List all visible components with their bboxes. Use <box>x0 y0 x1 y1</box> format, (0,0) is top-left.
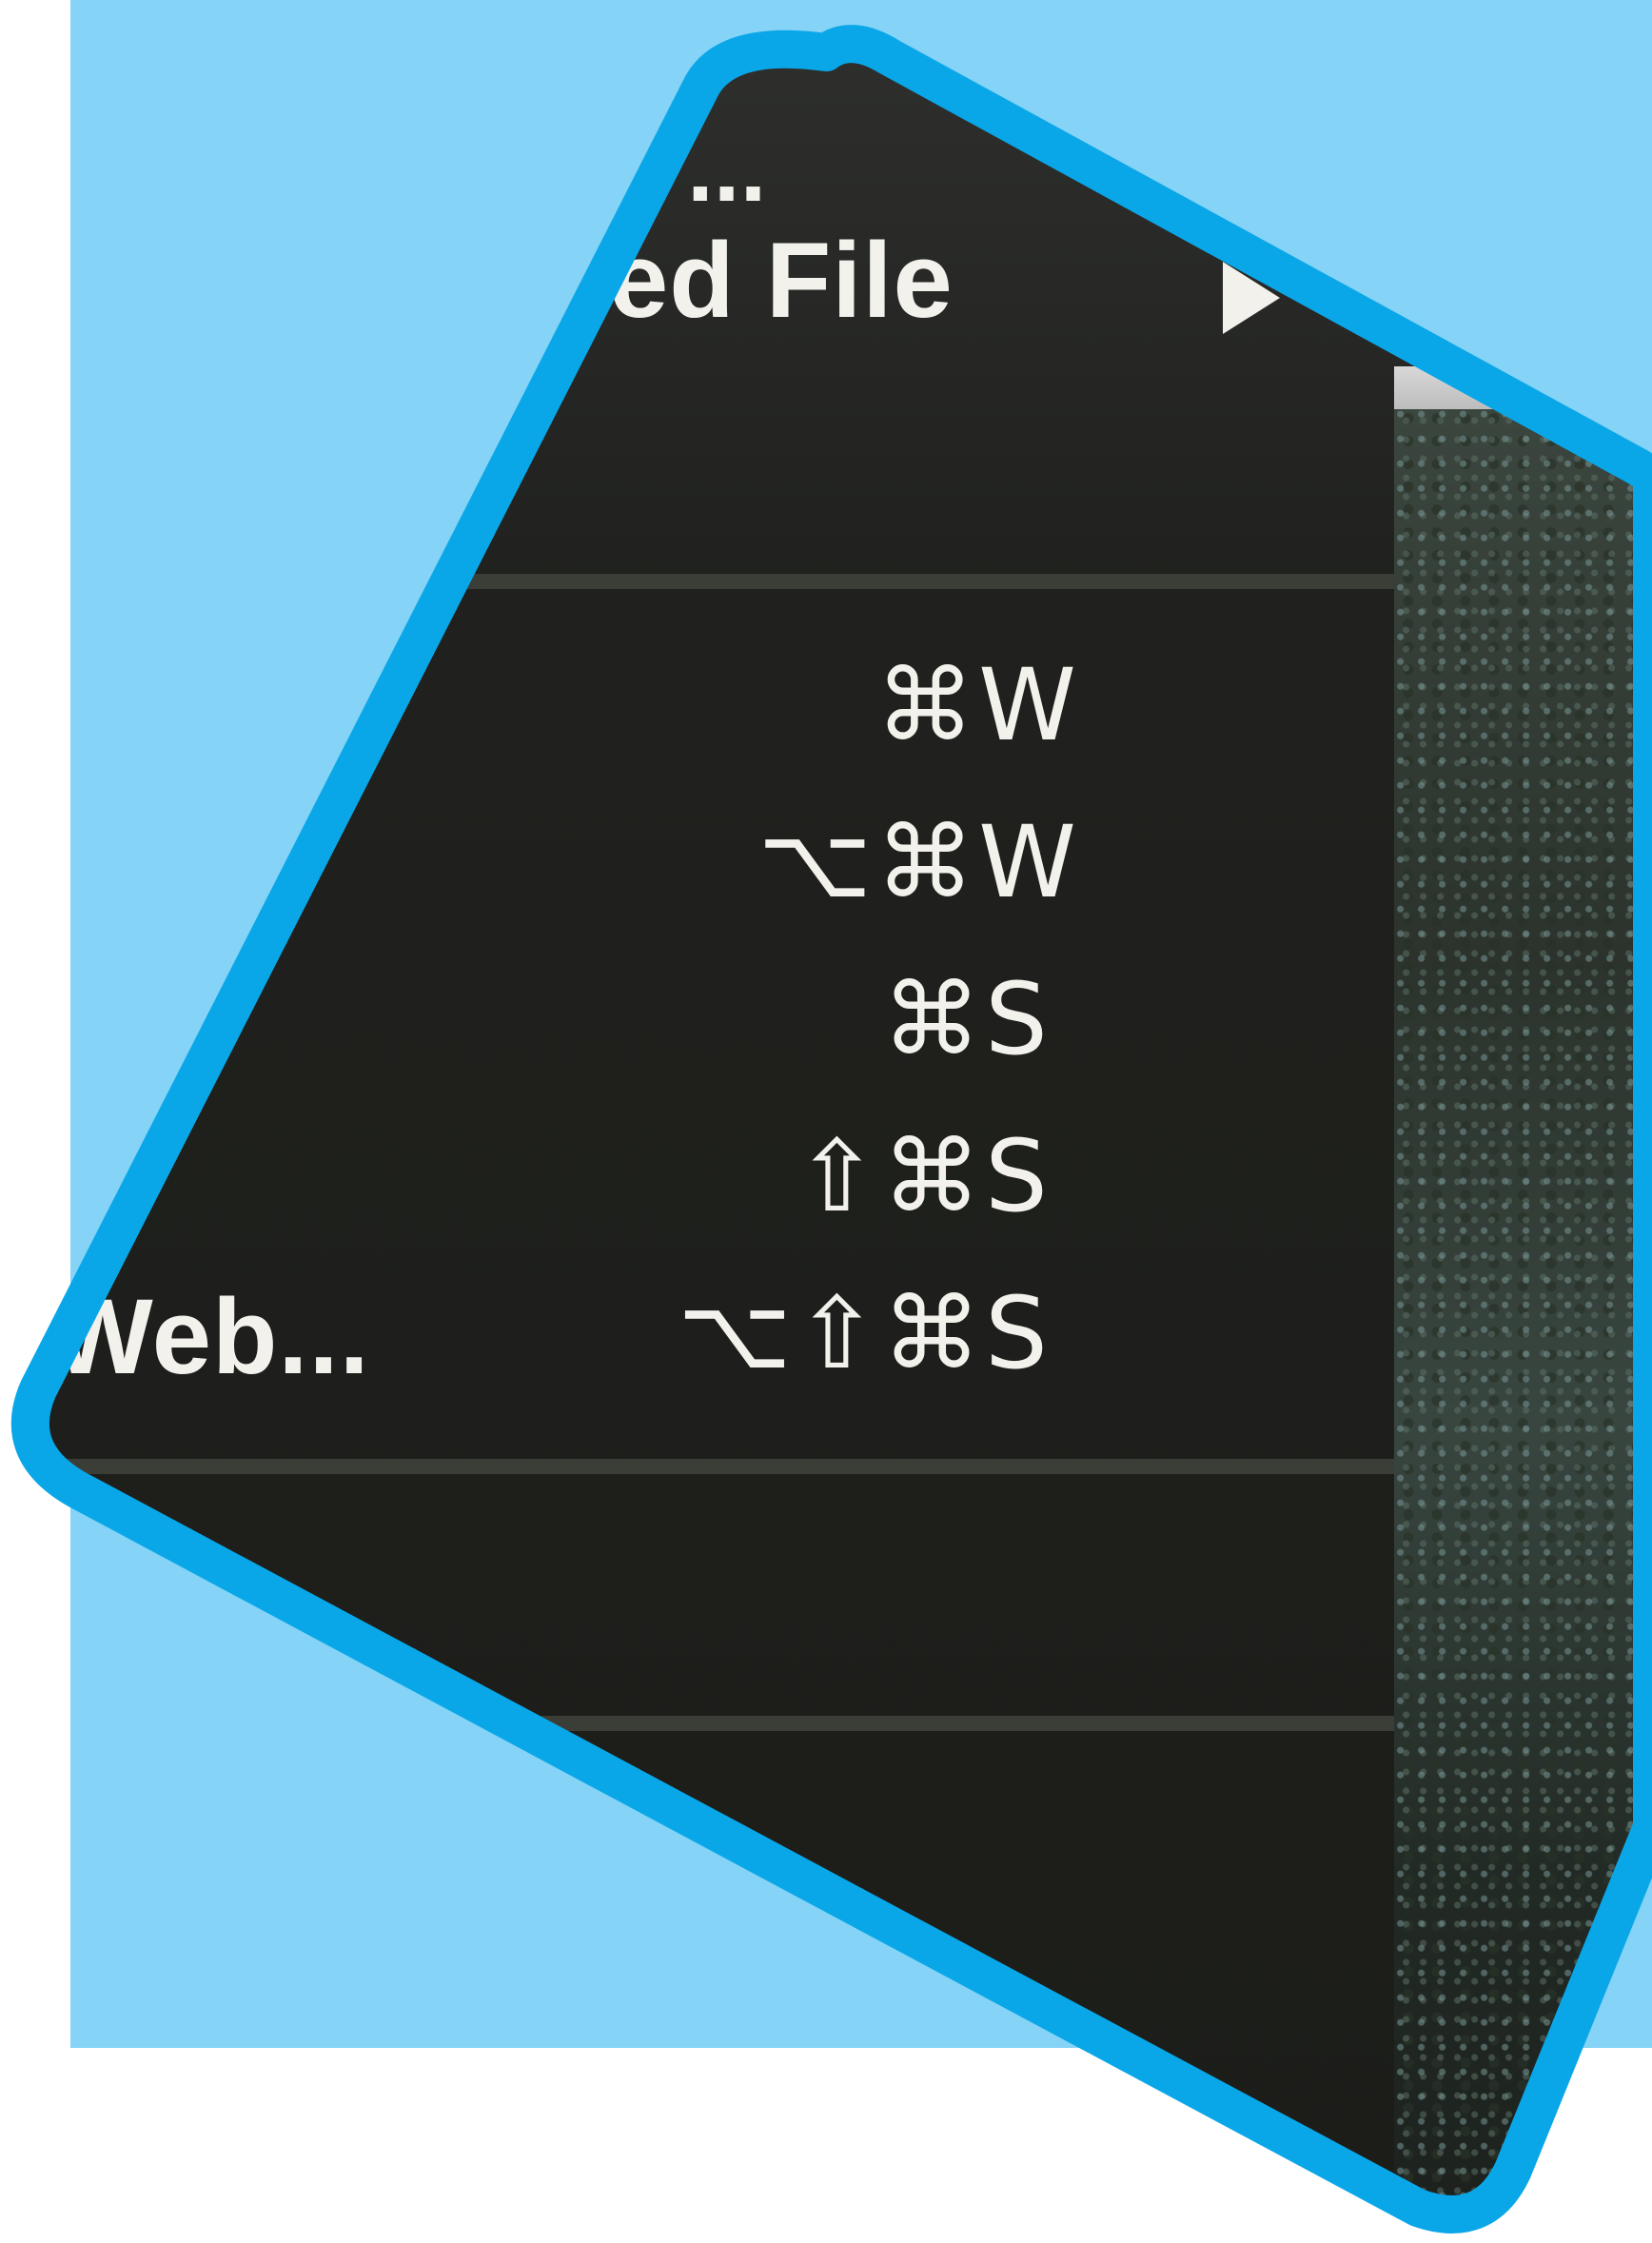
rotated-menu-tile: ... ed File ⌘W ⌥⌘W ⌘S ⇧⌘S Web... ⌥⇧⌘S <box>0 0 1652 2243</box>
screenshot-page: ... ed File ⌘W ⌥⌘W ⌘S ⇧⌘S Web... ⌥⇧⌘S <box>0 0 1652 2243</box>
tile-border <box>10 25 1652 2233</box>
